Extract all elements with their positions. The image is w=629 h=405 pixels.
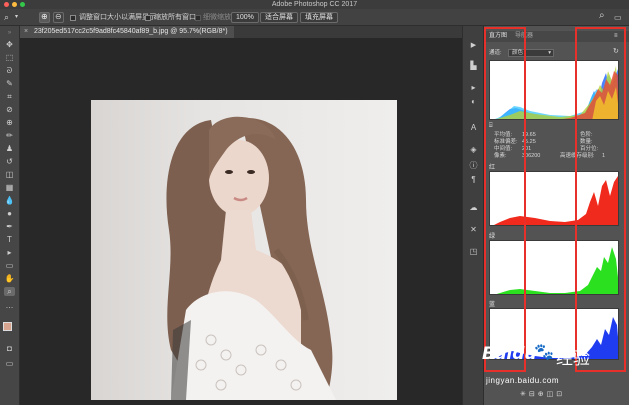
stat-percentile-label: 百分位:: [580, 146, 599, 152]
tab-navigator[interactable]: 导航器: [515, 32, 533, 41]
collapse-panels-icon[interactable]: ▶: [468, 40, 479, 51]
lasso-tool-icon[interactable]: ᘐ: [4, 66, 15, 75]
green-channel-label: 绿: [489, 234, 496, 240]
channel-label: 通道:: [489, 50, 502, 56]
character-icon[interactable]: A: [468, 122, 479, 133]
blur-tool-icon[interactable]: 💧: [4, 196, 15, 205]
document-photo: [91, 100, 397, 400]
tools-panel: » ✥ ⬚ ᘐ ✎ ⌗ ⊘ ⊕ ✏ ♟ ↺ ◫ ▦ 💧 ● ✒ T ▸ ▭ ✋ …: [0, 26, 20, 405]
fit-screen-button[interactable]: 适合屏幕: [260, 12, 298, 23]
pen-tool-icon[interactable]: ✒: [4, 222, 15, 231]
type-tool-icon[interactable]: T: [4, 235, 15, 244]
channel-select[interactable]: 颜色 ▾: [508, 49, 554, 57]
shape-tool-icon[interactable]: ▭: [4, 261, 15, 270]
screen-mode-icon[interactable]: ▭: [4, 359, 15, 368]
panel-tabs: 直方图 导航器 ≡: [484, 31, 629, 42]
tab-histogram[interactable]: 直方图: [489, 32, 507, 41]
hand-tool-icon[interactable]: ✋: [4, 274, 15, 283]
foreground-color-swatch[interactable]: [3, 322, 12, 331]
healing-brush-tool-icon[interactable]: ⊕: [4, 118, 15, 127]
histogram-icon[interactable]: ▙: [468, 60, 479, 71]
stat-stddev-value: 45.25: [522, 139, 536, 145]
stat-level-label: 色阶:: [580, 132, 593, 138]
zoom-all-label: 缩放所有窗口: [154, 14, 196, 21]
search-icon[interactable]: ⌕: [599, 10, 605, 21]
actions-icon[interactable]: ▸: [468, 82, 479, 93]
scrubby-zoom-label: 细微缩放: [203, 14, 231, 21]
document-tab-bar: × 23f205ed517cc2c5f9ad8fc45840af89_b.jpg…: [20, 26, 462, 38]
collapse-toolbar-icon[interactable]: »: [4, 29, 15, 38]
eyedropper-tool-icon[interactable]: ⊘: [4, 105, 15, 114]
zoom-tool-active-icon[interactable]: ⌕: [4, 287, 15, 296]
zoom-all-checkbox[interactable]: [145, 15, 151, 21]
document-tab[interactable]: × 23f205ed517cc2c5f9ad8fc45840af89_b.jpg…: [20, 26, 234, 38]
resize-windows-checkbox[interactable]: [70, 15, 76, 21]
clone-stamp-tool-icon[interactable]: ♟: [4, 144, 15, 153]
stat-median-label: 中间值:: [494, 146, 513, 152]
gradient-tool-icon[interactable]: ▦: [4, 183, 15, 192]
panel-footer-icons[interactable]: ✳⊟⊕◫⊡: [520, 390, 565, 398]
dodge-tool-icon[interactable]: ●: [4, 209, 15, 218]
source-icon: ⌸: [489, 123, 493, 129]
red-histogram: [489, 171, 619, 226]
panel-icon-strip: ▶ ▙ ▸ ◐ A ◈ ⓘ ¶ ☁ ✕ ◳: [462, 26, 484, 405]
app-title: Adobe Photoshop CC 2017: [271, 1, 358, 8]
blue-channel-label: 蓝: [489, 302, 496, 308]
brush-tool-icon[interactable]: ✏: [4, 131, 15, 140]
document-tab-title: 23f205ed517cc2c5f9ad8fc45840af89_b.jpg @…: [34, 28, 228, 35]
green-histogram: [489, 240, 619, 295]
eraser-tool-icon[interactable]: ◫: [4, 170, 15, 179]
crop-tool-icon[interactable]: ⌗: [4, 92, 15, 101]
fill-screen-button[interactable]: 填充屏幕: [300, 12, 338, 23]
panel-menu-icon[interactable]: ≡: [614, 32, 618, 41]
adjustments-icon[interactable]: ◐: [468, 96, 479, 107]
stat-pixels-label: 像素:: [494, 153, 507, 159]
info-icon[interactable]: ⓘ: [468, 160, 479, 171]
move-tool-icon[interactable]: ✥: [4, 40, 15, 49]
marquee-tool-icon[interactable]: ⬚: [4, 53, 15, 62]
title-bar: Adobe Photoshop CC 2017: [0, 0, 629, 9]
paragraph-icon[interactable]: ¶: [468, 174, 479, 185]
close-tab-icon[interactable]: ×: [24, 26, 28, 38]
stat-stddev-label: 标准偏差:: [494, 139, 518, 145]
stat-count-label: 数量:: [580, 139, 593, 145]
red-channel-label: 红: [489, 165, 496, 171]
watermark: Baidu 🐾 经验: [482, 336, 622, 376]
quick-selection-tool-icon[interactable]: ✎: [4, 79, 15, 88]
quick-mask-icon[interactable]: ◘: [4, 344, 15, 353]
portrait-illustration: [166, 116, 336, 400]
stat-median-value: 201: [522, 146, 532, 152]
stat-cache-label: 高速缓存级别:: [560, 153, 595, 159]
stat-cache-value: 1: [602, 153, 606, 159]
zoom-100-button[interactable]: 100%: [231, 12, 259, 23]
more-tools-icon[interactable]: …: [4, 301, 15, 310]
stat-mean-label: 平均值:: [494, 132, 513, 138]
scrubby-zoom-checkbox[interactable]: [195, 15, 201, 21]
watermark-brand-cn: 经验: [556, 349, 590, 369]
composite-histogram: [489, 60, 619, 120]
stat-mean-value: 19.65: [522, 132, 536, 138]
zoom-tool-icon[interactable]: ⌕: [4, 12, 9, 23]
options-bar: ⌕ ▾ ⊕ ⊖ 调整窗口大小以满屏显示 缩放所有窗口 细微缩放 100% 适合屏…: [0, 9, 629, 26]
path-selection-tool-icon[interactable]: ▸: [4, 248, 15, 257]
watermark-brand: Baidu: [482, 344, 537, 364]
refresh-icon[interactable]: ↻: [613, 48, 619, 55]
zoom-out-icon[interactable]: ⊖: [53, 12, 64, 23]
layers-icon[interactable]: ◈: [468, 144, 479, 155]
tool-preset-chevron-icon[interactable]: ▾: [15, 12, 18, 23]
workspace-icon[interactable]: ▭: [614, 12, 622, 23]
paths-icon[interactable]: ◳: [468, 246, 479, 257]
canvas-area[interactable]: [20, 38, 462, 405]
stat-pixels-value: 306200: [522, 153, 541, 159]
watermark-paw-icon: 🐾: [534, 342, 554, 361]
zoom-in-icon[interactable]: ⊕: [39, 12, 50, 23]
history-brush-tool-icon[interactable]: ↺: [4, 157, 15, 166]
watermark-url: jingyan.baidu.com: [486, 376, 559, 385]
tools-presets-icon[interactable]: ✕: [468, 224, 479, 235]
brush-presets-icon[interactable]: ☁: [468, 202, 479, 213]
